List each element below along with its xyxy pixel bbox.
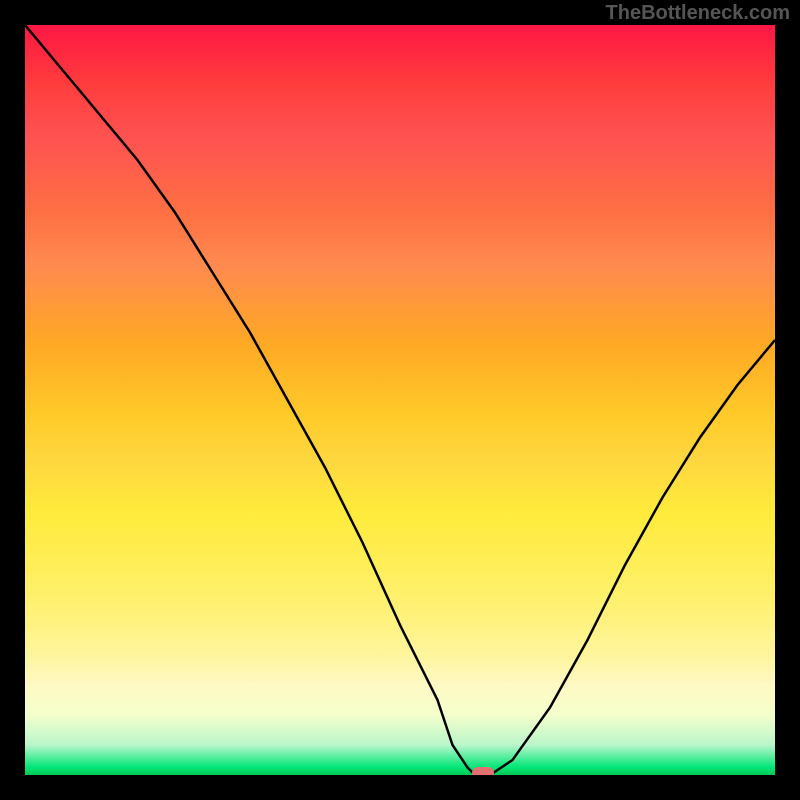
optimal-point-marker bbox=[472, 767, 494, 775]
chart-plot-area bbox=[25, 25, 775, 775]
watermark-text: TheBottleneck.com bbox=[606, 2, 790, 25]
bottleneck-curve bbox=[25, 25, 775, 775]
